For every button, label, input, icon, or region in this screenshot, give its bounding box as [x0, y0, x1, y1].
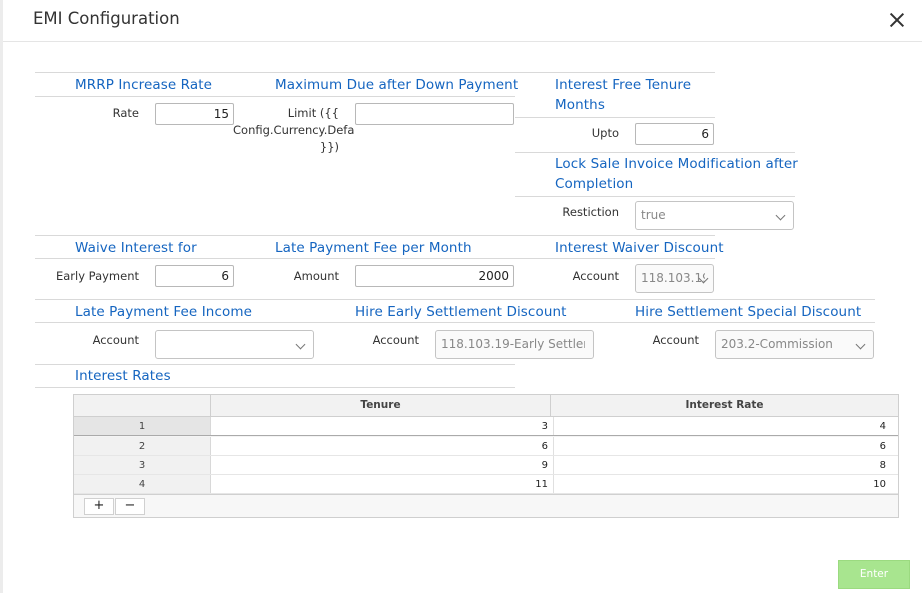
enter-button[interactable]: Enter — [838, 560, 910, 589]
grid-header-interest-rate[interactable]: Interest Rate — [551, 395, 898, 416]
row-index: 4 — [74, 475, 211, 493]
hire-special-account-value: 203.2-Commission — [721, 337, 833, 351]
rate-label: Rate — [112, 106, 139, 120]
divider — [35, 322, 875, 323]
waiver-account-select[interactable]: 118.103.19-I — [635, 264, 714, 293]
divider — [515, 152, 795, 153]
limit-label-line-1: Limit ({{ — [287, 106, 339, 120]
upto-input[interactable] — [635, 123, 714, 145]
divider — [35, 235, 715, 236]
max-due-title: Maximum Due after Down Payment — [275, 77, 519, 93]
amount-label: Amount — [293, 269, 339, 283]
tenure-cell[interactable]: 11 — [212, 475, 554, 493]
late-fee-title: Late Payment Fee per Month — [275, 240, 472, 256]
table-row[interactable]: 3 9 8 — [74, 456, 898, 475]
grid-footer: + − — [74, 494, 898, 517]
interest-free-title-line-2: Months — [555, 97, 605, 113]
rate-cell[interactable]: 8 — [554, 456, 898, 474]
emi-configuration-dialog: EMI Configuration MRRP Increase Rate Rat… — [0, 0, 922, 593]
upto-label: Upto — [591, 126, 619, 140]
income-account-label: Account — [92, 333, 139, 347]
restriction-label: Restiction — [562, 205, 619, 219]
income-account-select[interactable] — [155, 330, 314, 359]
grid-header-tenure[interactable]: Tenure — [211, 395, 551, 416]
hire-early-account-select[interactable]: 118.103.19-Early Settlemer — [435, 330, 594, 359]
limit-label-line-3: }}) — [319, 140, 339, 154]
divider — [35, 299, 875, 300]
waiver-discount-title: Interest Waiver Discount — [555, 240, 724, 256]
limit-input[interactable] — [355, 103, 514, 125]
hire-special-account-label: Account — [652, 333, 699, 347]
lock-sale-title-line-2: Completion — [555, 176, 634, 192]
table-row[interactable]: 4 11 10 — [74, 475, 898, 494]
tenure-cell[interactable]: 9 — [212, 456, 554, 474]
mrrp-title: MRRP Increase Rate — [75, 77, 213, 93]
late-fee-income-title: Late Payment Fee Income — [75, 304, 252, 320]
hire-special-title: Hire Settlement Special Discount — [635, 304, 862, 320]
restriction-select[interactable]: true — [635, 201, 794, 230]
interest-free-title-line-1: Interest Free Tenure — [555, 77, 692, 93]
add-row-button[interactable]: + — [84, 498, 114, 515]
interest-rates-grid: Tenure Interest Rate 1 3 4 2 6 6 3 9 8 4… — [73, 394, 899, 518]
waiver-account-label: Account — [572, 269, 619, 283]
waiver-account-value: 118.103.19-I — [641, 271, 705, 285]
lock-sale-title-line-1: Lock Sale Invoice Modification after — [555, 156, 798, 172]
divider — [35, 72, 715, 73]
restriction-value: true — [641, 208, 666, 222]
amount-input[interactable] — [355, 265, 514, 287]
limit-label-line-2: Config.Currency.Defa — [233, 123, 355, 137]
row-index: 1 — [74, 417, 211, 435]
rate-cell[interactable]: 10 — [554, 475, 898, 493]
divider — [515, 117, 715, 118]
divider — [515, 196, 795, 197]
divider — [35, 258, 715, 259]
grid-header: Tenure Interest Rate — [74, 395, 898, 417]
chevron-down-icon — [295, 339, 306, 350]
interest-rates-title: Interest Rates — [75, 368, 171, 384]
table-row[interactable]: 1 3 4 — [74, 417, 898, 436]
divider — [35, 96, 275, 97]
waive-title: Waive Interest for — [75, 240, 197, 256]
hire-early-title: Hire Early Settlement Discount — [355, 304, 567, 320]
divider — [35, 387, 515, 388]
remove-row-button[interactable]: − — [115, 498, 145, 515]
tenure-cell[interactable]: 3 — [212, 417, 554, 435]
close-icon[interactable] — [886, 10, 908, 32]
grid-header-index — [74, 395, 211, 416]
divider — [35, 364, 515, 365]
row-index: 3 — [74, 456, 211, 474]
dialog-header: EMI Configuration — [3, 0, 922, 42]
early-payment-label: Early Payment — [55, 269, 139, 283]
chevron-down-icon — [775, 210, 786, 221]
dialog-title: EMI Configuration — [33, 9, 180, 28]
early-payment-input[interactable] — [155, 265, 234, 287]
hire-early-account-value: 118.103.19-Early Settlemer — [441, 337, 585, 351]
chevron-down-icon — [855, 339, 866, 350]
divider — [275, 96, 515, 97]
hire-early-account-label: Account — [372, 333, 419, 347]
row-index: 2 — [74, 437, 211, 455]
tenure-cell[interactable]: 6 — [212, 437, 554, 455]
table-row[interactable]: 2 6 6 — [74, 437, 898, 456]
rate-input[interactable] — [155, 103, 234, 125]
rate-cell[interactable]: 4 — [554, 417, 898, 435]
rate-cell[interactable]: 6 — [554, 437, 898, 455]
hire-special-account-select[interactable]: 203.2-Commission — [715, 330, 874, 359]
